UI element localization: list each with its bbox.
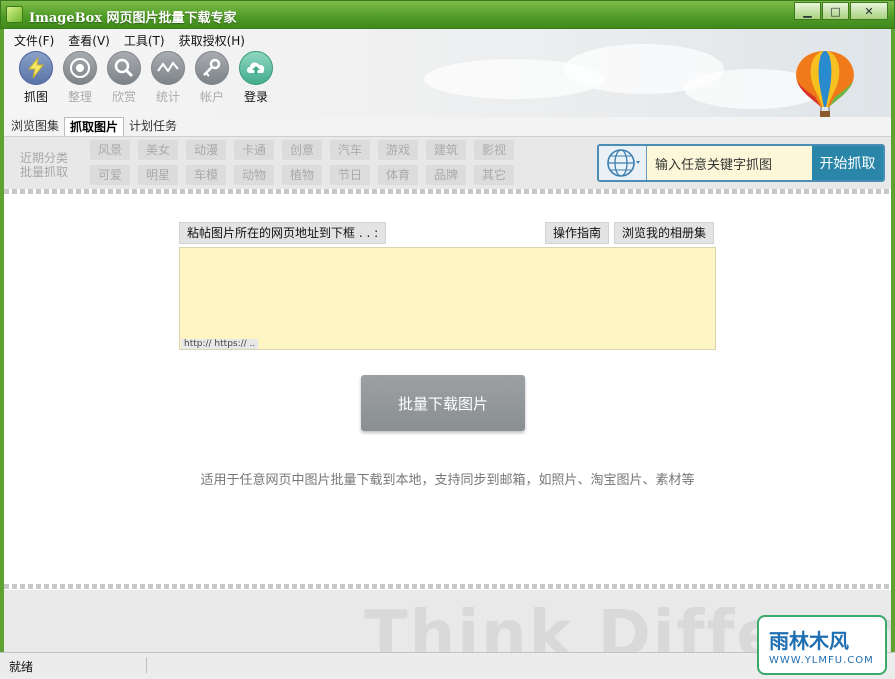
category-chip[interactable]: 创意 bbox=[282, 140, 322, 160]
tool-organize[interactable]: 整理 bbox=[58, 51, 102, 105]
search-engine-selector[interactable] bbox=[599, 146, 647, 180]
menu-file[interactable]: 文件(F) bbox=[14, 32, 54, 49]
tool-capture[interactable]: 抓图 bbox=[14, 51, 58, 105]
url-hint: http:// https:// .. bbox=[181, 339, 259, 349]
category-chip[interactable]: 车模 bbox=[186, 165, 226, 185]
status-text: 就绪 bbox=[9, 660, 34, 674]
app-icon bbox=[6, 6, 23, 23]
description-text: 适用于任意网页中图片批量下载到本地，支持同步到邮箱，如照片、淘宝图片、素材等 bbox=[200, 473, 695, 488]
magnifier-icon bbox=[107, 51, 141, 85]
header: 文件(F) 查看(V) 工具(T) 获取授权(H) 抓图 整理 欣赏 统计 帐户… bbox=[4, 29, 891, 117]
main-panel: 粘帖图片所在的网页地址到下框 . . : 操作指南 浏览我的相册集 http:/… bbox=[4, 195, 891, 585]
window-title: ImageBox 网页图片批量下载专家 bbox=[29, 11, 237, 26]
minimize-button[interactable]: ▁ bbox=[794, 2, 821, 20]
status-separator bbox=[146, 657, 147, 673]
tab-capture-images[interactable]: 抓取图片 bbox=[64, 117, 125, 136]
category-chip[interactable]: 明星 bbox=[138, 165, 178, 185]
tab-scheduled-tasks[interactable]: 计划任务 bbox=[124, 117, 182, 136]
category-chip[interactable]: 汽车 bbox=[330, 140, 370, 160]
menu-license[interactable]: 获取授权(H) bbox=[179, 32, 245, 49]
category-bar: 近期分类 批量抓取 风景 美女 动漫 卡通 创意 汽车 游戏 建筑 影视 可爱 … bbox=[4, 137, 891, 189]
key-icon bbox=[195, 51, 229, 85]
category-chip[interactable]: 节日 bbox=[330, 165, 370, 185]
category-chip[interactable]: 风景 bbox=[90, 140, 130, 160]
paste-url-label: 粘帖图片所在的网页地址到下框 . . : bbox=[179, 222, 387, 244]
category-chip[interactable]: 品牌 bbox=[426, 165, 466, 185]
url-input-area[interactable]: http:// https:// .. bbox=[179, 247, 716, 350]
category-chip[interactable]: 植物 bbox=[282, 165, 322, 185]
watermark-url: WWW.YLMFU.COM bbox=[769, 655, 874, 666]
category-chip[interactable]: 影视 bbox=[474, 140, 514, 160]
tool-login[interactable]: 登录 bbox=[234, 51, 278, 105]
title-bar[interactable]: ImageBox 网页图片批量下载专家 ▁ □ ✕ bbox=[0, 0, 895, 29]
maximize-button[interactable]: □ bbox=[822, 2, 849, 20]
close-button[interactable]: ✕ bbox=[850, 2, 888, 20]
category-chip[interactable]: 其它 bbox=[474, 165, 514, 185]
tab-bar: 浏览图集 抓取图片 计划任务 bbox=[4, 117, 891, 137]
hot-air-balloon-icon bbox=[796, 51, 854, 117]
batch-download-button[interactable]: 批量下载图片 bbox=[361, 375, 525, 431]
tool-organize-label: 整理 bbox=[67, 90, 92, 104]
category-chip[interactable]: 卡通 bbox=[234, 140, 274, 160]
window-frame-right bbox=[891, 29, 895, 652]
lightning-icon bbox=[19, 51, 53, 85]
tool-account[interactable]: 帐户 bbox=[190, 51, 234, 105]
tool-account-label: 帐户 bbox=[199, 90, 224, 104]
divider bbox=[4, 189, 891, 194]
menu-bar: 文件(F) 查看(V) 工具(T) 获取授权(H) bbox=[14, 32, 259, 49]
tab-browse-album[interactable]: 浏览图集 bbox=[6, 117, 64, 136]
start-capture-button[interactable]: 开始抓取 bbox=[812, 146, 883, 180]
divider bbox=[4, 584, 891, 589]
category-chip[interactable]: 动漫 bbox=[186, 140, 226, 160]
batch-capture-label: 批量抓取 bbox=[20, 165, 69, 179]
menu-view[interactable]: 查看(V) bbox=[68, 32, 110, 49]
browse-albums-button[interactable]: 浏览我的相册集 bbox=[614, 222, 715, 244]
category-chip[interactable]: 可爱 bbox=[90, 165, 130, 185]
toolbar: 抓图 整理 欣赏 统计 帐户 登录 bbox=[14, 51, 278, 105]
cloud-upload-icon bbox=[239, 51, 273, 85]
category-chip[interactable]: 美女 bbox=[138, 140, 178, 160]
window-controls: ▁ □ ✕ bbox=[793, 2, 888, 20]
tool-stats-label: 统计 bbox=[155, 90, 180, 104]
guide-button[interactable]: 操作指南 bbox=[545, 222, 610, 244]
category-chip[interactable]: 体育 bbox=[378, 165, 418, 185]
tool-browse-label: 欣赏 bbox=[111, 90, 136, 104]
keyword-input[interactable] bbox=[647, 146, 812, 180]
category-chip[interactable]: 建筑 bbox=[426, 140, 466, 160]
chart-icon bbox=[151, 51, 185, 85]
watermark-title: 雨林木风 bbox=[769, 629, 849, 653]
globe-icon bbox=[606, 149, 640, 177]
eye-icon bbox=[63, 51, 97, 85]
keyword-search-box: 开始抓取 bbox=[597, 144, 885, 182]
category-chip[interactable]: 游戏 bbox=[378, 140, 418, 160]
tool-login-label: 登录 bbox=[243, 90, 268, 104]
tool-capture-label: 抓图 bbox=[23, 90, 48, 104]
tool-stats[interactable]: 统计 bbox=[146, 51, 190, 105]
site-watermark-logo: 雨林木风 WWW.YLMFU.COM bbox=[757, 615, 887, 675]
tool-browse[interactable]: 欣赏 bbox=[102, 51, 146, 105]
category-chip[interactable]: 动物 bbox=[234, 165, 274, 185]
menu-tools[interactable]: 工具(T) bbox=[124, 32, 165, 49]
